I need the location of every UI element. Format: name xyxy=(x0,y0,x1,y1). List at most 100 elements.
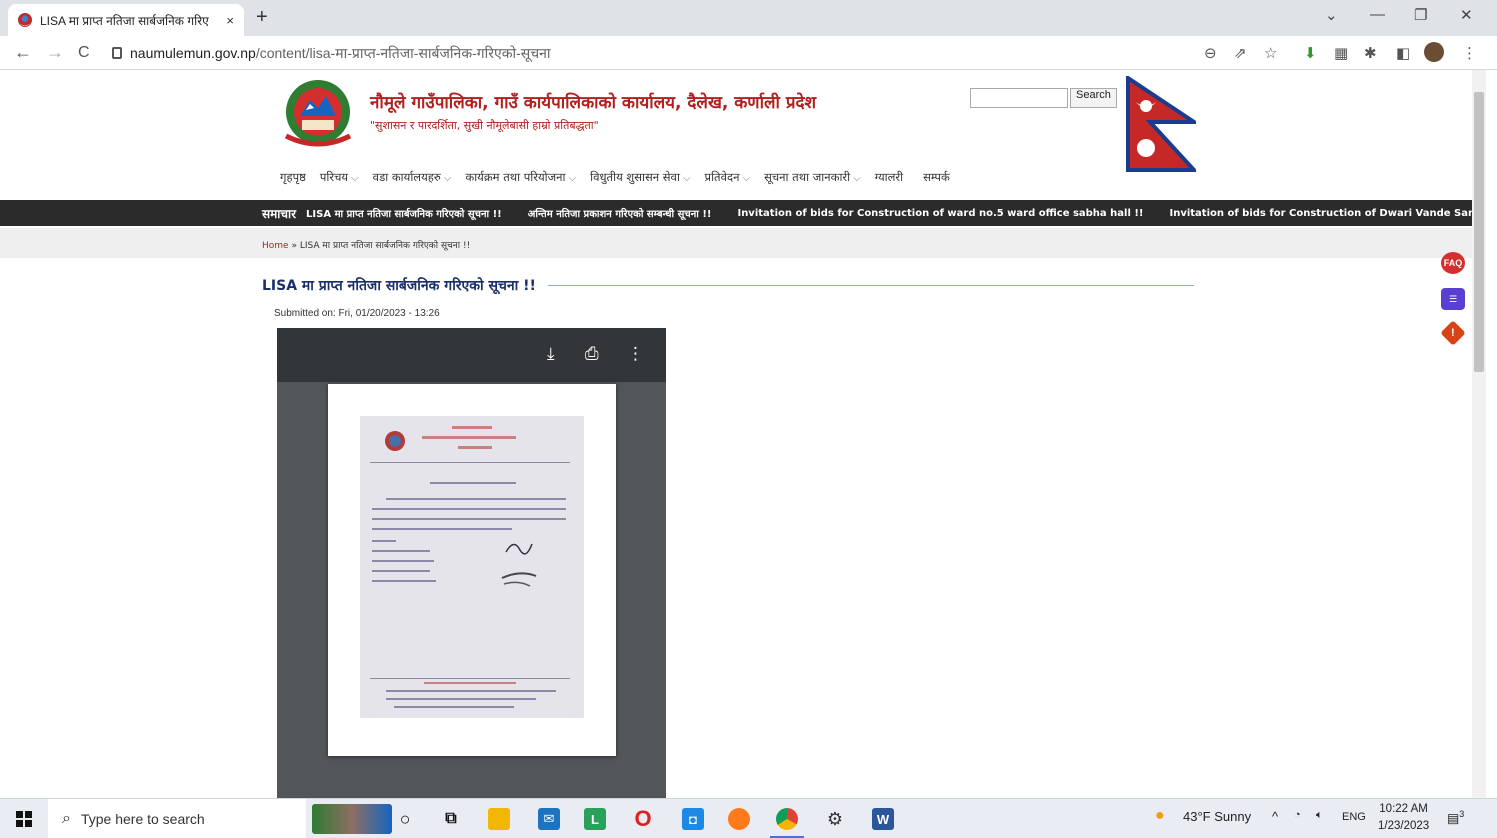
nav-item-ward-offices[interactable]: वडा कार्यालयहरु ⌵ xyxy=(373,170,452,185)
outlook-icon[interactable]: ◘ xyxy=(682,808,704,830)
feedback-chat-icon[interactable]: ☰ xyxy=(1441,288,1465,310)
mail-icon[interactable]: ✉ xyxy=(538,808,560,830)
signature-stamp-icon xyxy=(501,543,537,587)
url-field[interactable]: naumulemun.gov.np/content/lisa-मा-प्राप्… xyxy=(112,40,1292,66)
download-extension-icon[interactable]: ⬇ xyxy=(1304,44,1317,62)
chevron-down-icon: ⌵ xyxy=(853,173,861,184)
news-ticker: समाचार LISA मा प्राप्त नतिजा सार्बजनिक ग… xyxy=(0,200,1497,226)
heading-divider xyxy=(548,285,1194,286)
extensions-puzzle-icon[interactable]: ✱ xyxy=(1364,44,1377,62)
browser-tab[interactable]: LISA मा प्राप्त नतिजा सार्बजनिक गरिए × xyxy=(8,4,244,36)
clock-date: 1/23/2023 xyxy=(1378,820,1430,832)
taskbar-search-box[interactable]: ⌕ Type here to search xyxy=(48,799,306,838)
share-icon[interactable]: ⇗ xyxy=(1234,44,1247,62)
scrollbar-thumb[interactable] xyxy=(1474,92,1484,372)
breadcrumb: Home » LISA मा प्राप्त नतिजा सार्बजनिक ग… xyxy=(262,241,471,251)
wifi-icon[interactable]: ◔ xyxy=(1294,809,1301,821)
taskbar-search-placeholder: Type here to search xyxy=(80,811,205,827)
nav-item-reports[interactable]: प्रतिवेदन ⌵ xyxy=(705,170,751,185)
opera-icon[interactable]: O xyxy=(632,806,654,831)
file-explorer-icon[interactable] xyxy=(488,808,510,830)
ticker-item[interactable]: Invitation of bids for Construction of w… xyxy=(737,208,1143,219)
minimize-button[interactable]: — xyxy=(1370,6,1385,23)
reload-button[interactable]: C xyxy=(78,44,90,62)
task-view-icon[interactable]: ⧉ xyxy=(440,808,462,830)
pdf-page xyxy=(328,384,616,756)
nav-item-egovernance[interactable]: विधुतीय शुसासन सेवा ⌵ xyxy=(590,170,690,185)
nav-item-home[interactable]: गृहपृष्ठ xyxy=(280,170,306,185)
close-window-button[interactable]: ✕ xyxy=(1460,6,1473,24)
chrome-icon[interactable] xyxy=(776,808,798,830)
windows-taskbar: ⌕ Type here to search ○ ⧉ ✉ L O ◘ ⚙ W ● … xyxy=(0,798,1497,838)
language-indicator[interactable]: ENG xyxy=(1342,811,1366,823)
chevron-down-icon: ⌵ xyxy=(568,173,577,184)
scanned-notice-image xyxy=(360,416,584,718)
print-icon[interactable]: ⎙ xyxy=(585,344,599,364)
tab-search-icon[interactable]: ⌄ xyxy=(1325,6,1338,24)
bookmark-star-icon[interactable]: ☆ xyxy=(1264,44,1277,62)
news-extension-icon[interactable]: ▦ xyxy=(1334,44,1348,62)
tab-title: LISA मा प्राप्त नतिजा सार्बजनिक गरिए xyxy=(40,13,209,28)
app-l-icon[interactable]: L xyxy=(584,808,606,830)
back-button[interactable]: ← xyxy=(14,42,32,63)
search-icon: ⌕ xyxy=(62,810,71,827)
page-scrollbar[interactable] xyxy=(1472,70,1486,798)
system-clock[interactable]: 10:22 AM 1/23/2023 xyxy=(1378,801,1429,835)
web-page: नौमूले गाउँपालिका, गाउँ कार्यपालिकाको का… xyxy=(0,70,1497,798)
maximize-button[interactable]: ❐ xyxy=(1414,6,1427,24)
weather-text[interactable]: 43°F Sunny xyxy=(1183,809,1251,824)
forward-button[interactable]: → xyxy=(46,42,64,63)
zoom-icon[interactable]: ⊖ xyxy=(1204,44,1217,62)
ticker-label: समाचार xyxy=(262,206,297,221)
search-button[interactable]: Search xyxy=(1070,88,1117,108)
page-title: LISA मा प्राप्त नतिजा सार्बजनिक गरिएको स… xyxy=(262,278,536,294)
search-input[interactable] xyxy=(970,88,1068,108)
profile-avatar-icon[interactable] xyxy=(1424,42,1444,62)
firefox-icon[interactable] xyxy=(728,808,750,830)
side-panel-icon[interactable]: ◧ xyxy=(1396,44,1410,62)
submitted-date: Submitted on: Fri, 01/20/2023 - 13:26 xyxy=(274,308,440,319)
nav-item-intro[interactable]: परिचय ⌵ xyxy=(320,170,359,185)
more-icon[interactable]: ⋮ xyxy=(627,344,644,364)
site-tagline: "सुशासन र पारदर्शिता, सुखी नौमूलेबासी हा… xyxy=(370,119,599,132)
tab-close-icon[interactable]: × xyxy=(226,13,234,28)
chevron-down-icon: ⌵ xyxy=(443,173,452,184)
search-highlight-image[interactable] xyxy=(312,804,392,834)
download-icon[interactable]: ⤓ xyxy=(547,344,555,364)
new-tab-button[interactable]: + xyxy=(256,6,268,29)
chevron-down-icon: ⌵ xyxy=(742,173,751,184)
weather-sun-icon: ● xyxy=(1155,807,1165,824)
url-path: /content/lisa-मा-प्राप्त-नतिजा-सार्बजनिक… xyxy=(255,44,551,61)
municipality-emblem-icon xyxy=(284,80,352,147)
alert-icon[interactable]: ! xyxy=(1440,320,1466,346)
nepal-flag-icon xyxy=(1126,76,1196,172)
nav-item-notices[interactable]: सूचना तथा जानकारी ⌵ xyxy=(764,170,861,185)
nav-item-programs[interactable]: कार्यक्रम तथा परियोजना ⌵ xyxy=(465,170,576,185)
pdf-viewer[interactable]: ⤓ ⎙ ⋮ xyxy=(277,328,666,798)
chrome-menu-icon[interactable]: ⋮ xyxy=(1462,44,1477,62)
chevron-down-icon: ⌵ xyxy=(682,173,691,184)
breadcrumb-home-link[interactable]: Home xyxy=(262,241,289,251)
volume-icon[interactable]: 🔈︎ xyxy=(1316,809,1323,822)
breadcrumb-current: LISA मा प्राप्त नतिजा सार्बजनिक गरिएको स… xyxy=(299,241,471,251)
settings-gear-icon[interactable]: ⚙ xyxy=(824,808,846,830)
nav-item-gallery[interactable]: ग्यालरी xyxy=(875,170,903,185)
site-title: नौमूले गाउँपालिका, गाउँ कार्यपालिकाको का… xyxy=(370,93,817,113)
site-favicon-icon xyxy=(18,13,32,27)
tray-chevron-up-icon[interactable]: ^ xyxy=(1272,809,1278,824)
notification-center-icon[interactable]: ▤3 xyxy=(1447,809,1464,826)
nav-item-contact[interactable]: सम्पर्क xyxy=(923,170,950,185)
pdf-toolbar: ⤓ ⎙ ⋮ xyxy=(277,328,666,382)
letterhead-emblem-icon xyxy=(385,431,405,451)
ticker-item[interactable]: अन्तिम नतिजा प्रकाशन गरिएको सम्बन्धी सूच… xyxy=(528,206,712,220)
windows-start-icon[interactable] xyxy=(16,811,32,827)
ticker-item[interactable]: Invitation of bids for Construction of D… xyxy=(1169,208,1497,219)
lock-icon xyxy=(112,47,122,59)
faq-icon[interactable]: FAQ xyxy=(1441,252,1465,274)
cortana-icon[interactable]: ○ xyxy=(394,808,416,830)
url-host: naumulemun.gov.np xyxy=(130,44,256,61)
breadcrumb-bar: Home » LISA मा प्राप्त नतिजा सार्बजनिक ग… xyxy=(0,228,1480,258)
main-navigation: गृहपृष्ठ परिचय ⌵ वडा कार्यालयहरु ⌵ कार्यक्… xyxy=(280,170,950,185)
ticker-item[interactable]: LISA मा प्राप्त नतिजा सार्बजनिक गरिएको स… xyxy=(306,206,502,220)
word-icon[interactable]: W xyxy=(872,808,894,830)
